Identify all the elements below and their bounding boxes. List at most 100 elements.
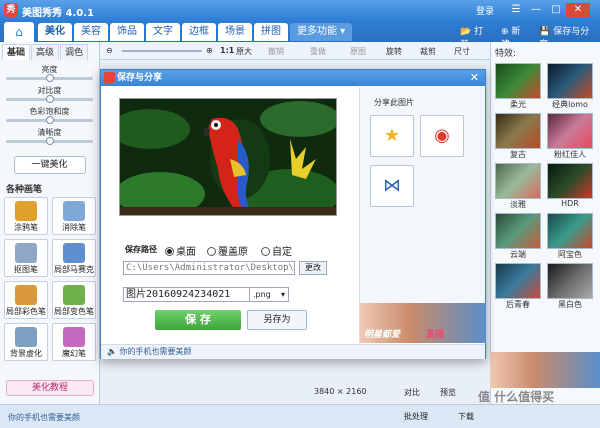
tutorial-button[interactable]: 美化教程 — [6, 380, 94, 396]
effect-pink[interactable]: 粉红佳人 — [547, 113, 593, 160]
size-button[interactable]: 尺寸 — [454, 46, 470, 57]
tab-beautify[interactable]: 美化 — [38, 23, 72, 41]
menu-icon[interactable]: ☰ — [506, 3, 526, 17]
tab-accessories[interactable]: 饰品 — [110, 23, 144, 41]
app-title: 美图秀秀 4.0.1 — [22, 8, 94, 19]
zoom-ratio[interactable]: 1:1 — [220, 46, 234, 55]
save-path-input[interactable]: C:\Users\Administrator\Desktop\ — [123, 261, 295, 275]
save-as-button[interactable]: 另存为 — [247, 310, 307, 330]
brush-mosaic[interactable]: 局部马赛克 — [52, 239, 96, 277]
ad-banner-bottom[interactable] — [490, 352, 600, 388]
effect-hdr[interactable]: HDR — [547, 163, 593, 210]
zoom-slider[interactable] — [122, 50, 202, 52]
renren-icon[interactable]: ⋈ — [370, 165, 414, 207]
slider-knob[interactable] — [46, 137, 54, 145]
slider-knob[interactable] — [46, 95, 54, 103]
brush-label: 背景虚化 — [10, 349, 42, 358]
one-click-beautify-button[interactable]: 一键美化 — [13, 156, 86, 174]
redo-button[interactable]: 重做 — [310, 46, 326, 57]
subtab-basic[interactable]: 基础 — [2, 44, 31, 60]
reset-button[interactable]: 原图 — [350, 46, 366, 57]
radio-dot[interactable] — [207, 247, 216, 256]
effects-title: 特效: — [495, 49, 517, 59]
color-brush-icon — [15, 285, 37, 305]
tab-collage[interactable]: 拼图 — [254, 23, 288, 41]
format-value: .png — [253, 290, 271, 299]
minimize-icon[interactable]: — — [526, 3, 546, 17]
radio-desktop[interactable]: 桌面 — [165, 243, 196, 258]
radio-dot[interactable] — [165, 247, 174, 256]
effect-thumbnail — [495, 213, 541, 249]
effect-cloud[interactable]: 云端 — [495, 213, 541, 260]
doodle-brush-icon — [15, 201, 37, 221]
save-button[interactable]: 保 存 — [155, 310, 241, 330]
compare-button[interactable]: 对比 — [404, 387, 420, 398]
ad-banner[interactable]: 明星都爱 直播 — [360, 303, 486, 343]
original-size-button[interactable]: 原大 — [236, 46, 252, 57]
radio-overwrite[interactable]: 覆盖原 — [207, 243, 248, 258]
effect-label: 柔光 — [510, 100, 526, 109]
rotate-button[interactable]: 旋转 — [386, 46, 402, 57]
zoom-in-icon[interactable]: ⊕ — [206, 46, 213, 55]
brush-doodle[interactable]: 涂鸦笔 — [4, 197, 48, 235]
brush-eraser[interactable]: 消除笔 — [52, 197, 96, 235]
preview-button[interactable]: 预览 — [440, 387, 456, 398]
image-dimensions: 3840 × 2160 — [314, 387, 367, 396]
effect-retro[interactable]: 复古 — [495, 113, 541, 160]
tab-more[interactable]: 更多功能 ▾ — [290, 23, 353, 41]
subtab-color[interactable]: 调色 — [60, 44, 89, 60]
tab-scene[interactable]: 场景 — [218, 23, 252, 41]
slider-track[interactable] — [6, 95, 93, 103]
zoom-out-icon[interactable]: ⊖ — [106, 46, 113, 55]
slider-brightness: 亮度 — [6, 64, 93, 82]
edit-toolbar: ⊖ ⊕ 1:1 原大 撤销 重做 原图 旋转 裁剪 尺寸 — [100, 42, 490, 60]
ad-text: 明星都爱 — [364, 330, 401, 340]
dialog-footer-link[interactable]: 你的手机也需要美颜 — [120, 347, 192, 356]
star-icon[interactable]: ★ — [370, 115, 414, 157]
weibo-icon[interactable]: ◉ — [420, 115, 464, 157]
status-bar: 你的手机也需要美颜 批处理 下载 — [0, 404, 600, 428]
slider-knob[interactable] — [46, 116, 54, 124]
phone-beauty-link[interactable]: 你的手机也需要美颜 — [8, 412, 80, 423]
slider-track[interactable] — [6, 137, 93, 145]
brush-cutout[interactable]: 抠图笔 — [4, 239, 48, 277]
tab-beauty[interactable]: 美容 — [74, 23, 108, 41]
brush-recolor[interactable]: 局部变色笔 — [52, 281, 96, 319]
slider-track[interactable] — [6, 74, 93, 82]
home-icon[interactable]: ⌂ — [4, 22, 34, 42]
slider-knob[interactable] — [46, 74, 54, 82]
format-select[interactable]: .png ▾ — [249, 287, 289, 302]
login-link[interactable]: 登录 — [476, 4, 494, 17]
cutout-brush-icon — [15, 243, 37, 263]
change-path-button[interactable]: 更改 — [299, 261, 327, 275]
volume-icon: 🔈 — [107, 347, 117, 356]
dialog-close-icon[interactable]: ✕ — [470, 70, 479, 86]
brush-label: 抠图笔 — [14, 265, 38, 274]
save-path-label: 保存路径 — [125, 245, 157, 254]
batch-process-button[interactable]: 批处理 — [404, 411, 428, 422]
effect-youth[interactable]: 后青春 — [495, 263, 541, 310]
radio-dot[interactable] — [261, 247, 270, 256]
effect-lomo[interactable]: 经典lomo — [547, 63, 593, 110]
brush-color[interactable]: 局部彩色笔 — [4, 281, 48, 319]
effect-abao[interactable]: 阿宝色 — [547, 213, 593, 260]
brush-label: 涂鸦笔 — [14, 223, 38, 232]
undo-button[interactable]: 撤销 — [268, 46, 284, 57]
download-button[interactable]: 下载 — [458, 411, 474, 422]
tab-border[interactable]: 边框 — [182, 23, 216, 41]
effect-soft-light[interactable]: 柔光 — [495, 63, 541, 110]
effect-elegant[interactable]: 淡雅 — [495, 163, 541, 210]
effect-bw[interactable]: 黑白色 — [547, 263, 593, 310]
brush-magic[interactable]: 魔幻笔 — [52, 323, 96, 361]
crop-button[interactable]: 裁剪 — [420, 46, 436, 57]
brush-blur-bg[interactable]: 背景虚化 — [4, 323, 48, 361]
window-controls: ☰ — □ ✕ — [506, 3, 590, 17]
close-icon[interactable]: ✕ — [566, 3, 590, 17]
radio-label: 覆盖原 — [218, 247, 248, 258]
subtab-advanced[interactable]: 高级 — [31, 44, 60, 60]
save-share-dialog: 保存与分享 ✕ 保存路径 桌面 覆盖原 自定 C:\Users\Administ… — [100, 69, 486, 359]
radio-custom[interactable]: 自定 — [261, 243, 292, 258]
maximize-icon[interactable]: □ — [546, 3, 566, 17]
slider-track[interactable] — [6, 116, 93, 124]
tab-text[interactable]: 文字 — [146, 23, 180, 41]
